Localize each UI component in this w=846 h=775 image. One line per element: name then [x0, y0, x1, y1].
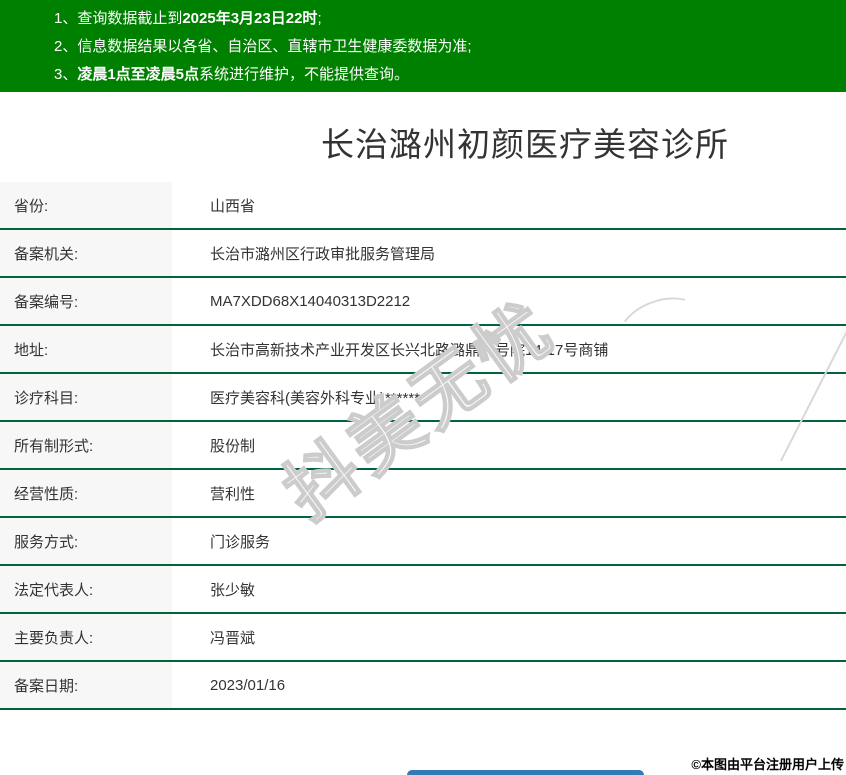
row-value: 医疗美容科(美容外科专业)****** — [172, 373, 846, 422]
notice-line-2: 2、信息数据结果以各省、自治区、直辖市卫生健康委数据为准; — [0, 33, 846, 61]
row-value: 门诊服务 — [172, 517, 846, 566]
table-row: 备案日期: 2023/01/16 — [0, 661, 846, 710]
table-row: 地址: 长治市高新技术产业开发区长兴北路潞鼎九号院14-17号商铺 — [0, 325, 846, 374]
row-label: 备案编号: — [0, 277, 172, 326]
row-label: 服务方式: — [0, 517, 172, 566]
table-row: 省份: 山西省 — [0, 182, 846, 230]
notice-3-text: 3、 — [54, 66, 78, 83]
row-label: 法定代表人: — [0, 565, 172, 614]
row-label: 诊疗科目: — [0, 373, 172, 422]
table-row: 经营性质: 营利性 — [0, 469, 846, 518]
record-info-table: 省份: 山西省 备案机关: 长治市潞州区行政审批服务管理局 备案编号: MA7X… — [0, 182, 846, 710]
notice-1-tail: ; — [317, 10, 322, 27]
row-label: 主要负责人: — [0, 613, 172, 662]
row-value: 长治市高新技术产业开发区长兴北路潞鼎九号院14-17号商铺 — [172, 325, 846, 374]
row-label: 所有制形式: — [0, 421, 172, 470]
table-row: 诊疗科目: 医疗美容科(美容外科专业)****** — [0, 373, 846, 422]
page-title: 长治潞州初颜医疗美容诊所 — [321, 126, 729, 163]
notice-2-text: 2、信息数据结果以各省、自治区、直辖市卫生健康委数据为准; — [54, 38, 472, 55]
row-label: 备案机关: — [0, 229, 172, 278]
row-value: 长治市潞州区行政审批服务管理局 — [172, 229, 846, 278]
row-label: 地址: — [0, 325, 172, 374]
notice-line-1: 1、查询数据截止到2025年3月23日22时; — [0, 5, 846, 33]
notice-1-bold: 2025年3月23日22时 — [182, 10, 318, 27]
row-label: 经营性质: — [0, 469, 172, 518]
query-result-page: 1、查询数据截止到2025年3月23日22时; 2、信息数据结果以各省、自治区、… — [0, 0, 846, 775]
table-row: 所有制形式: 股份制 — [0, 421, 846, 470]
notice-line-3: 3、凌晨1点至凌晨5点系统进行维护，不能提供查询。 — [0, 61, 846, 89]
row-value: MA7XDD68X14040313D2212 — [172, 277, 846, 326]
table-row: 服务方式: 门诊服务 — [0, 517, 846, 566]
row-value: 张少敏 — [172, 565, 846, 614]
table-row: 备案编号: MA7XDD68X14040313D2212 — [0, 277, 846, 326]
notice-3-tail: 系统进行维护，不能提供查询。 — [199, 66, 410, 83]
table-row: 主要负责人: 冯晋斌 — [0, 613, 846, 662]
row-label: 省份: — [0, 182, 172, 230]
notice-header: 1、查询数据截止到2025年3月23日22时; 2、信息数据结果以各省、自治区、… — [0, 0, 846, 92]
notice-3-bold: 凌晨1点至凌晨5点 — [77, 66, 200, 83]
row-value: 山西省 — [172, 182, 846, 230]
image-credit-text: ©本图由平台注册用户上传 — [691, 757, 844, 772]
table-row: 法定代表人: 张少敏 — [0, 565, 846, 614]
notice-1-text: 1、查询数据截止到 — [54, 10, 183, 27]
row-value: 冯晋斌 — [172, 613, 846, 662]
row-label: 备案日期: — [0, 661, 172, 710]
row-value: 股份制 — [172, 421, 846, 470]
close-window-button[interactable]: 〖关闭窗口〗 — [406, 770, 644, 775]
row-value: 营利性 — [172, 469, 846, 518]
table-row: 备案机关: 长治市潞州区行政审批服务管理局 — [0, 229, 846, 278]
row-value: 2023/01/16 — [172, 661, 846, 710]
